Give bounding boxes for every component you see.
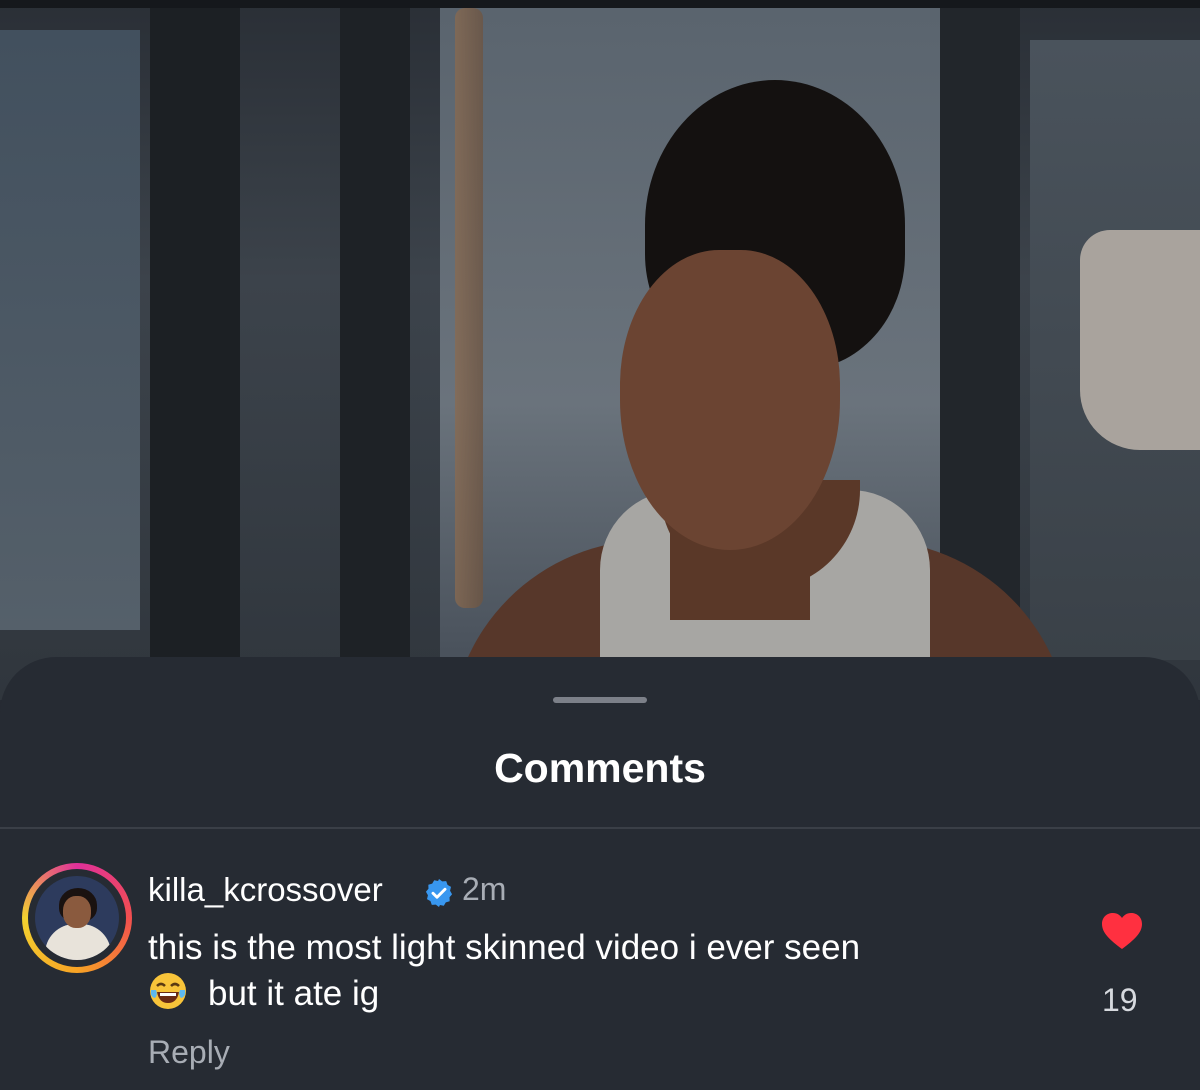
comment-text-line2: but it ate ig [208, 974, 380, 1013]
sheet-drag-handle[interactable] [553, 697, 647, 703]
comment-text-line: but it ate ig [148, 971, 1048, 1017]
reply-button[interactable]: Reply [148, 1034, 230, 1071]
like-count: 19 [1102, 982, 1138, 1018]
video-person [430, 40, 1130, 700]
sheet-title: Comments [494, 745, 706, 791]
laughing-emoji-icon [150, 973, 186, 1009]
comment-username[interactable]: killa_kcrossover [148, 871, 383, 909]
video-background-rack [340, 8, 410, 668]
avatar-image [35, 876, 119, 960]
comment-timestamp: 2m [462, 871, 507, 907]
verified-badge-icon [425, 879, 453, 907]
avatar[interactable] [22, 863, 132, 973]
video-top-edge [0, 0, 1200, 8]
comments-sheet: Comments killa_kcrossover 2m this is the… [0, 657, 1200, 1090]
sheet-divider [0, 827, 1200, 829]
video-player[interactable] [0, 0, 1200, 700]
comment-text: this is the most light skinned video i e… [148, 925, 1048, 1017]
video-background-rack [150, 8, 240, 668]
heart-icon[interactable] [1100, 911, 1144, 951]
video-background-window [0, 30, 140, 630]
comment-text-line: this is the most light skinned video i e… [148, 928, 861, 967]
